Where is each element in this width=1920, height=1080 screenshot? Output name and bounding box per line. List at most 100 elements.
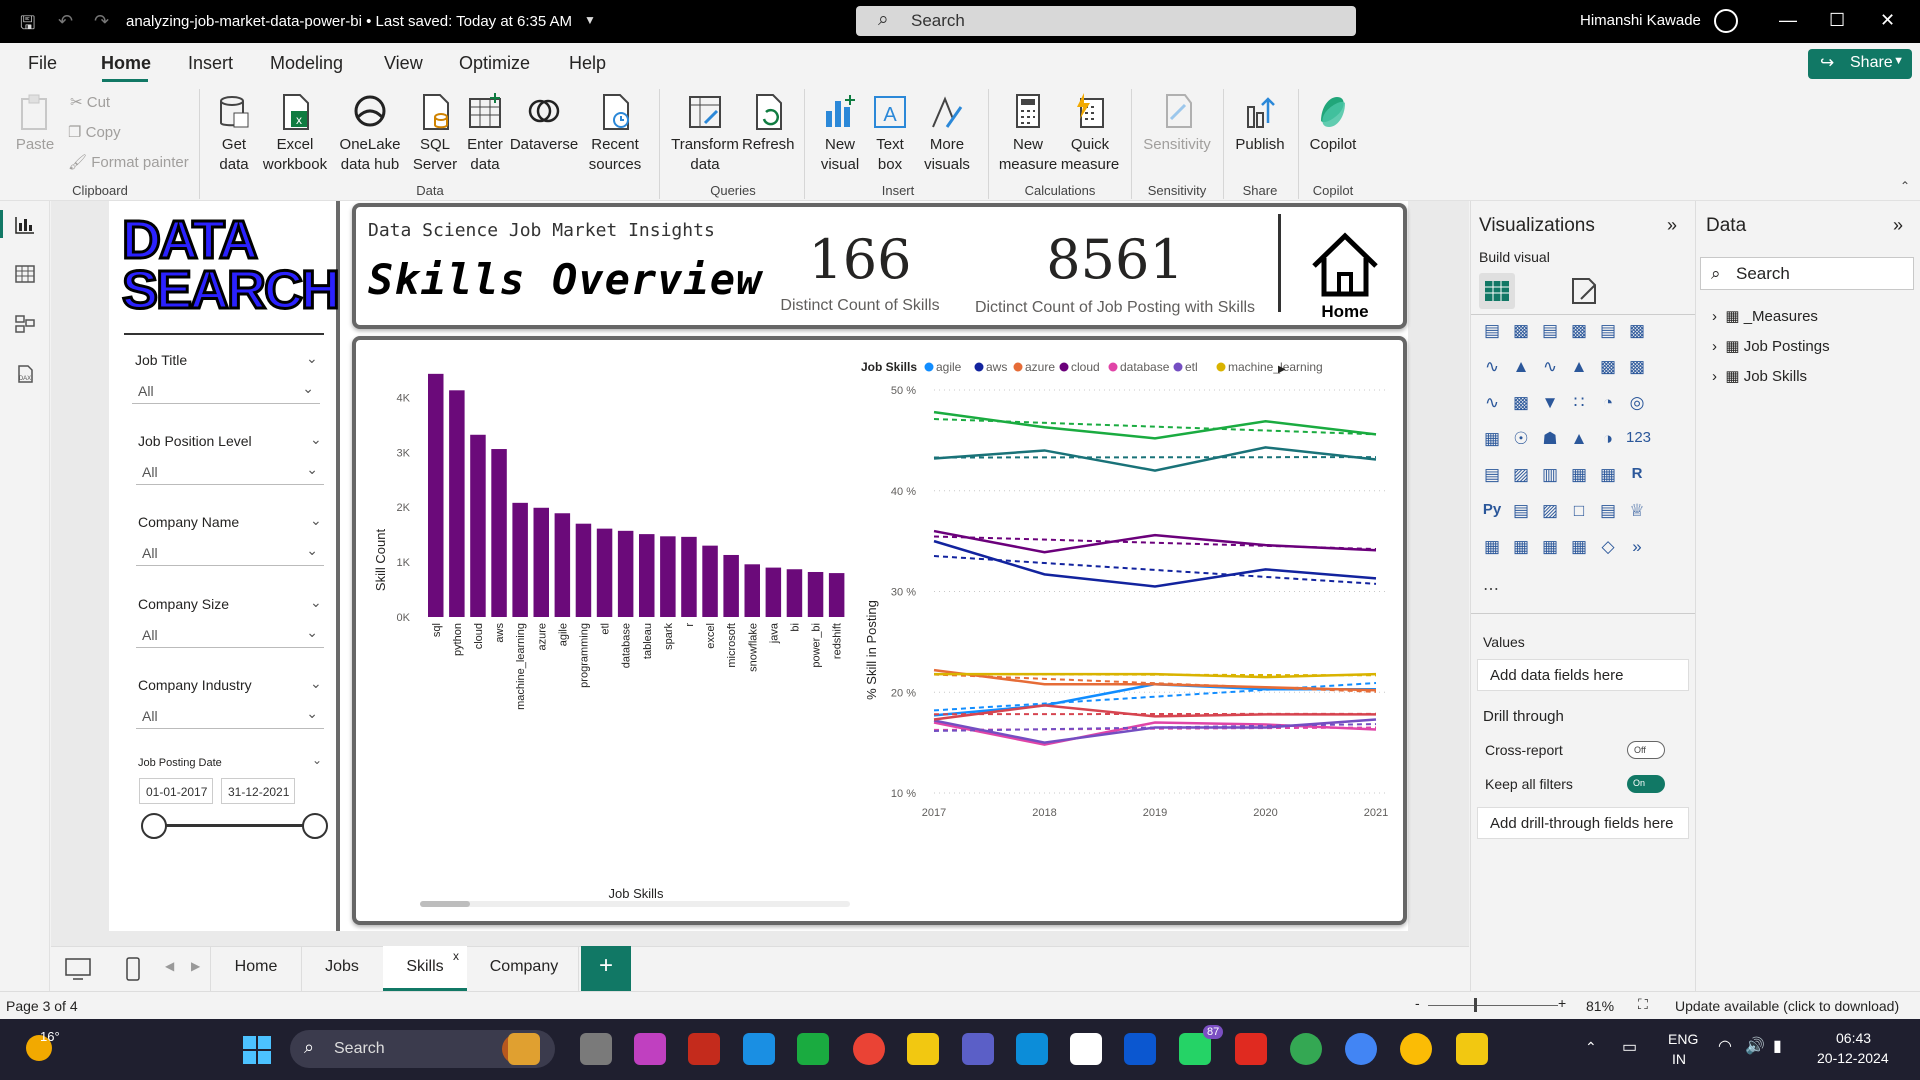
collapse-pane-icon[interactable]: » <box>1893 215 1903 236</box>
zoom-slider-handle[interactable] <box>1474 998 1477 1012</box>
report-view-icon[interactable] <box>14 215 36 235</box>
line-clustered-icon[interactable]: ▩ <box>1510 393 1532 415</box>
home-icon[interactable] <box>1310 230 1380 300</box>
dax-query-view-icon[interactable]: DAX <box>14 364 36 384</box>
stacked-column-icon[interactable]: ▩ <box>1510 321 1532 343</box>
stacked-area-icon[interactable]: ∿ <box>1539 357 1561 379</box>
enter-data-button[interactable]: Enter data <box>462 93 508 175</box>
key-influencers-icon[interactable]: ▤ <box>1510 501 1532 523</box>
slicer-dropdown[interactable]: All ⌄ <box>136 622 324 648</box>
tab-jobs[interactable]: Jobs <box>302 958 382 976</box>
collapse-pane-icon[interactable]: » <box>1667 215 1677 236</box>
zoom-slider[interactable] <box>1428 1005 1558 1006</box>
menu-modeling[interactable]: Modeling <box>270 53 343 74</box>
minimize-icon[interactable]: — <box>1779 10 1797 31</box>
zoom-out-icon[interactable]: - <box>1415 995 1420 1011</box>
clock-time[interactable]: 06:43 <box>1836 1030 1871 1046</box>
map-icon[interactable]: ☉ <box>1510 429 1532 451</box>
store-icon[interactable] <box>1070 1033 1102 1065</box>
chrome-profile-2-icon[interactable] <box>1345 1033 1377 1065</box>
combo-chart-icon[interactable]: ▩ <box>1626 357 1648 379</box>
chevron-down-icon[interactable]: ⌄ <box>310 594 322 611</box>
text-box-button[interactable]: A Text box <box>866 93 914 175</box>
copilot-button[interactable]: Copilot <box>1304 93 1362 155</box>
outlook-icon[interactable] <box>1124 1033 1156 1065</box>
menu-view[interactable]: View <box>384 53 423 74</box>
r-visual-icon[interactable]: R <box>1626 465 1648 487</box>
avatar[interactable] <box>1714 9 1738 33</box>
sensitivity-button[interactable]: Sensitivity <box>1138 93 1216 155</box>
menu-insert[interactable]: Insert <box>188 53 233 74</box>
table-view-icon[interactable] <box>14 264 36 284</box>
slicer-icon[interactable]: ▥ <box>1539 465 1561 487</box>
table-icon[interactable]: ▦ <box>1568 465 1590 487</box>
more-icon[interactable]: » <box>1626 537 1648 559</box>
decomposition-tree-icon[interactable]: ▨ <box>1539 501 1561 523</box>
user-name[interactable]: Himanshi Kawade <box>1580 12 1701 29</box>
spotify-icon[interactable] <box>797 1033 829 1065</box>
new-measure-button[interactable]: New measure <box>996 93 1060 175</box>
zoom-in-icon[interactable]: + <box>1558 995 1566 1011</box>
date-end-input[interactable]: 31-12-2021 <box>221 778 295 804</box>
date-slider-track[interactable] <box>154 824 316 827</box>
legend-next-icon[interactable]: ▶ <box>1278 364 1286 375</box>
file-title[interactable]: analyzing-job-market-data-power-bi • Las… <box>126 13 572 30</box>
transform-data-button[interactable]: Transform data <box>668 93 742 175</box>
format-visual-icon[interactable] <box>1567 273 1603 309</box>
wps-icon[interactable] <box>1235 1033 1267 1065</box>
goals-icon[interactable]: ♕ <box>1626 501 1648 523</box>
clustered-column-icon[interactable]: ▩ <box>1568 321 1590 343</box>
keep-filters-toggle[interactable]: On <box>1627 775 1665 793</box>
search-input[interactable]: ⌕ Search <box>856 6 1356 36</box>
waterfall-icon[interactable]: ▩ <box>1597 357 1619 379</box>
windows-start-icon[interactable] <box>242 1035 272 1065</box>
undo-icon[interactable]: ↶ <box>58 11 73 32</box>
date-slider-end-handle[interactable] <box>302 813 328 839</box>
donut-chart-icon[interactable]: ◎ <box>1626 393 1648 415</box>
chevron-down-icon[interactable]: ⌄ <box>310 512 322 529</box>
close-icon[interactable]: ✕ <box>1880 10 1895 31</box>
cross-report-toggle[interactable]: Off <box>1627 741 1665 759</box>
line-chart-icon[interactable]: ∿ <box>1481 357 1503 379</box>
slicer-new-icon[interactable]: ▦ <box>1539 537 1561 559</box>
add-drill-through-well[interactable]: Add drill-through fields here <box>1477 807 1689 839</box>
mcafee-icon[interactable] <box>688 1033 720 1065</box>
close-tab-icon[interactable]: x <box>453 949 459 963</box>
stacked-bar-icon[interactable]: ▤ <box>1481 321 1503 343</box>
recent-sources-button[interactable]: Recent sources <box>582 93 648 175</box>
more-visuals-icon[interactable]: ⋯ <box>1483 579 1499 599</box>
power-apps-icon[interactable]: ▦ <box>1568 537 1590 559</box>
publish-button[interactable]: Publish <box>1230 93 1290 155</box>
format-painter-button[interactable]: 🖌 Format painter <box>68 153 189 171</box>
share-button[interactable]: ↪ Share ▼ <box>1808 49 1912 79</box>
clustered-bar-icon[interactable]: ▤ <box>1539 321 1561 343</box>
volume-icon[interactable]: 🔊 <box>1745 1036 1765 1056</box>
desktop-layout-icon[interactable] <box>63 957 93 981</box>
slicer-dropdown[interactable]: All ⌄ <box>136 540 324 566</box>
date-slider-start-handle[interactable] <box>141 813 167 839</box>
funnel-icon[interactable]: ▼ <box>1539 393 1561 415</box>
horizontal-scrollbar-thumb[interactable] <box>420 901 470 907</box>
ribbon-chart-icon[interactable]: ▲ <box>1568 357 1590 379</box>
redo-icon[interactable]: ↷ <box>94 11 109 32</box>
chevron-down-icon[interactable]: ⌄ <box>306 350 318 367</box>
table-node-measures[interactable]: › ▦ _Measures <box>1712 307 1818 325</box>
copilot-app-icon[interactable] <box>634 1033 666 1065</box>
tab-company[interactable]: Company <box>470 958 578 976</box>
slicer-dropdown[interactable]: All ⌄ <box>132 378 320 404</box>
line-column-icon[interactable]: ∿ <box>1481 393 1503 415</box>
clock-date[interactable]: 20-12-2024 <box>1817 1050 1889 1066</box>
tab-home[interactable]: Home <box>211 958 301 976</box>
onelake-button[interactable]: OneLake data hub <box>330 93 410 175</box>
date-start-input[interactable]: 01-01-2017 <box>139 778 213 804</box>
dataverse-button[interactable]: Dataverse <box>508 93 580 155</box>
paginated-icon[interactable]: ▦ <box>1481 537 1503 559</box>
language[interactable]: ENG <box>1668 1031 1698 1047</box>
qa-icon[interactable]: □ <box>1568 501 1590 523</box>
more-visuals-button[interactable]: More visuals <box>914 93 980 175</box>
paste-button[interactable]: Paste <box>12 93 58 155</box>
add-page-button[interactable]: + <box>581 946 631 991</box>
sql-server-button[interactable]: SQL Server <box>410 93 460 175</box>
chrome-profile-3-icon[interactable] <box>1400 1033 1432 1065</box>
excel-workbook-button[interactable]: x Excel workbook <box>260 93 330 175</box>
